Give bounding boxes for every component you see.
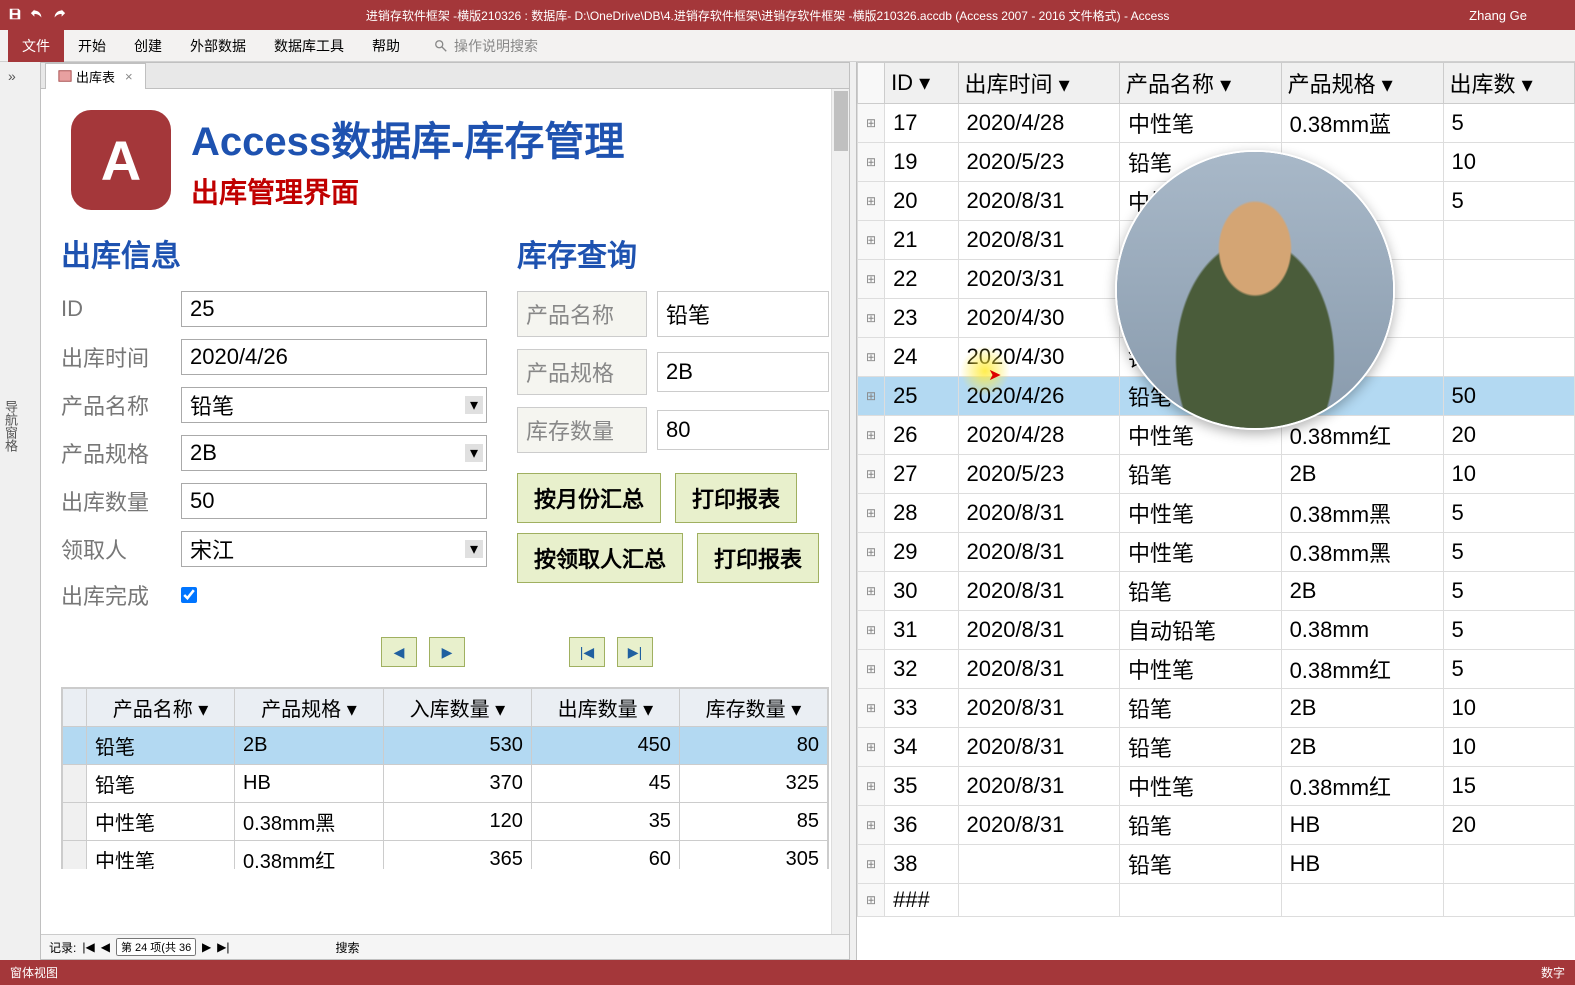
datasheet-row[interactable]: ⊞282020/8/31中性笔0.38mm黑5	[858, 494, 1575, 533]
ribbon-dbtools[interactable]: 数据库工具	[260, 30, 358, 62]
datasheet-row[interactable]: ⊞###	[858, 884, 1575, 917]
spec-label: 产品规格	[61, 437, 171, 469]
ribbon-create[interactable]: 创建	[120, 30, 176, 62]
stock-summary-table: 产品名称 ▾产品规格 ▾入库数量 ▾出库数量 ▾库存数量 ▾铅笔2B530450…	[61, 687, 829, 869]
print-report-2-button[interactable]: 打印报表	[697, 533, 819, 583]
product-name-label: 产品名称	[61, 389, 171, 421]
person-dropdown[interactable]	[181, 531, 487, 567]
datasheet-row[interactable]: ⊞362020/8/31铅笔HB20	[858, 806, 1575, 845]
chevron-down-icon[interactable]: ▾	[465, 444, 483, 462]
print-report-1-button[interactable]: 打印报表	[675, 473, 797, 523]
record-position[interactable]	[116, 938, 196, 956]
datasheet-header[interactable]: 产品规格 ▾	[1281, 63, 1443, 104]
vertical-scrollbar[interactable]	[831, 89, 849, 937]
page-title: Access数据库-库存管理	[191, 109, 624, 167]
access-logo: A	[71, 110, 171, 210]
outbound-info-title: 出库信息	[61, 231, 487, 275]
search-label: 搜索	[336, 939, 360, 956]
form-pane: 出库表 × A Access数据库-库存管理 出库管理界面 出库信息 ID	[40, 62, 850, 960]
summary-header[interactable]: 产品规格 ▾	[235, 689, 384, 727]
record-navigator: 记录: |◀ ◀ ▶ ▶| 搜索	[41, 934, 849, 959]
first-record-button[interactable]: |◀	[569, 637, 605, 667]
table-row[interactable]: 中性笔0.38mm黑1203585	[63, 803, 828, 841]
datasheet-header[interactable]: 出库数 ▾	[1443, 63, 1574, 104]
view-mode-label: 窗体视图	[10, 964, 58, 981]
done-label: 出库完成	[61, 579, 171, 611]
datasheet-row[interactable]: ⊞38铅笔HB	[858, 845, 1575, 884]
datasheet-header[interactable]: 产品名称 ▾	[1120, 63, 1282, 104]
nav-next-icon[interactable]: ▶	[202, 940, 211, 954]
save-icon[interactable]	[8, 7, 22, 24]
webcam-overlay	[1115, 150, 1395, 430]
close-icon[interactable]: ×	[125, 69, 133, 84]
done-checkbox[interactable]	[181, 587, 197, 603]
nav-first-icon[interactable]: |◀	[82, 940, 94, 954]
table-row[interactable]: 铅笔HB37045325	[63, 765, 828, 803]
datasheet-row[interactable]: ⊞332020/8/31铅笔2B10	[858, 689, 1575, 728]
q-name-value: 铅笔	[657, 291, 829, 337]
last-record-button[interactable]: ▶|	[617, 637, 653, 667]
statusbar: 窗体视图 数字	[0, 960, 1575, 985]
q-spec-label: 产品规格	[517, 349, 647, 395]
person-label: 领取人	[61, 533, 171, 565]
time-label: 出库时间	[61, 341, 171, 373]
datasheet-row[interactable]: ⊞302020/8/31铅笔2B5	[858, 572, 1575, 611]
q-qty-label: 库存数量	[517, 407, 647, 453]
ribbon-help[interactable]: 帮助	[358, 30, 414, 62]
titlebar: 进销存软件框架 -横版210326 : 数据库- D:\OneDrive\DB\…	[0, 0, 1575, 30]
qty-label: 出库数量	[61, 485, 171, 517]
datasheet-row[interactable]: ⊞322020/8/31中性笔0.38mm红5	[858, 650, 1575, 689]
prev-record-button[interactable]: ◀	[381, 637, 417, 667]
numlock-label: 数字	[1541, 964, 1565, 981]
q-qty-value: 80	[657, 410, 829, 450]
undo-icon[interactable]	[30, 7, 44, 24]
table-row[interactable]: 中性笔0.38mm红36560305	[63, 841, 828, 870]
datasheet-header[interactable]: ID ▾	[885, 63, 958, 104]
spec-dropdown[interactable]	[181, 435, 487, 471]
tab-outbound[interactable]: 出库表 ×	[45, 63, 146, 89]
chevron-down-icon[interactable]: ▾	[465, 396, 483, 414]
window-title: 进销存软件框架 -横版210326 : 数据库- D:\OneDrive\DB\…	[66, 7, 1469, 24]
tell-me-search[interactable]: 操作说明搜索	[434, 36, 538, 56]
summary-header[interactable]: 入库数量 ▾	[383, 689, 531, 727]
ribbon-file[interactable]: 文件	[8, 30, 64, 62]
q-name-label: 产品名称	[517, 291, 647, 337]
chevron-down-icon[interactable]: ▾	[465, 540, 483, 558]
tab-bar: 出库表 ×	[41, 63, 849, 89]
summary-header[interactable]: 出库数量 ▾	[531, 689, 679, 727]
datasheet-row[interactable]: ⊞312020/8/31自动铅笔0.38mm5	[858, 611, 1575, 650]
next-record-button[interactable]: ▶	[429, 637, 465, 667]
page-subtitle: 出库管理界面	[191, 171, 624, 211]
datasheet-header[interactable]: 出库时间 ▾	[958, 63, 1120, 104]
time-field[interactable]	[181, 339, 487, 375]
ribbon-menu: 文件 开始 创建 外部数据 数据库工具 帮助 操作说明搜索	[0, 30, 1575, 62]
ribbon-home[interactable]: 开始	[64, 30, 120, 62]
nav-last-icon[interactable]: ▶|	[217, 940, 229, 954]
nav-prev-icon[interactable]: ◀	[101, 940, 110, 954]
q-spec-value: 2B	[657, 352, 829, 392]
summary-by-month-button[interactable]: 按月份汇总	[517, 473, 661, 523]
summary-header[interactable]: 库存数量 ▾	[679, 689, 827, 727]
ribbon-external[interactable]: 外部数据	[176, 30, 260, 62]
datasheet-row[interactable]: ⊞352020/8/31中性笔0.38mm红15	[858, 767, 1575, 806]
qty-field[interactable]	[181, 483, 487, 519]
id-label: ID	[61, 296, 171, 322]
user-name[interactable]: Zhang Ge	[1469, 8, 1567, 23]
table-row[interactable]: 铅笔2B53045080	[63, 727, 828, 765]
datasheet-row[interactable]: ⊞172020/4/28中性笔0.38mm蓝5	[858, 104, 1575, 143]
summary-by-person-button[interactable]: 按领取人汇总	[517, 533, 683, 583]
datasheet-row[interactable]: ⊞342020/8/31铅笔2B10	[858, 728, 1575, 767]
stock-query-title: 库存查询	[517, 231, 829, 275]
datasheet-row[interactable]: ⊞272020/5/23铅笔2B10	[858, 455, 1575, 494]
summary-header[interactable]: 产品名称 ▾	[87, 689, 235, 727]
redo-icon[interactable]	[52, 7, 66, 24]
form-icon	[58, 69, 72, 83]
product-name-dropdown[interactable]	[181, 387, 487, 423]
datasheet-row[interactable]: ⊞292020/8/31中性笔0.38mm黑5	[858, 533, 1575, 572]
id-field[interactable]	[181, 291, 487, 327]
